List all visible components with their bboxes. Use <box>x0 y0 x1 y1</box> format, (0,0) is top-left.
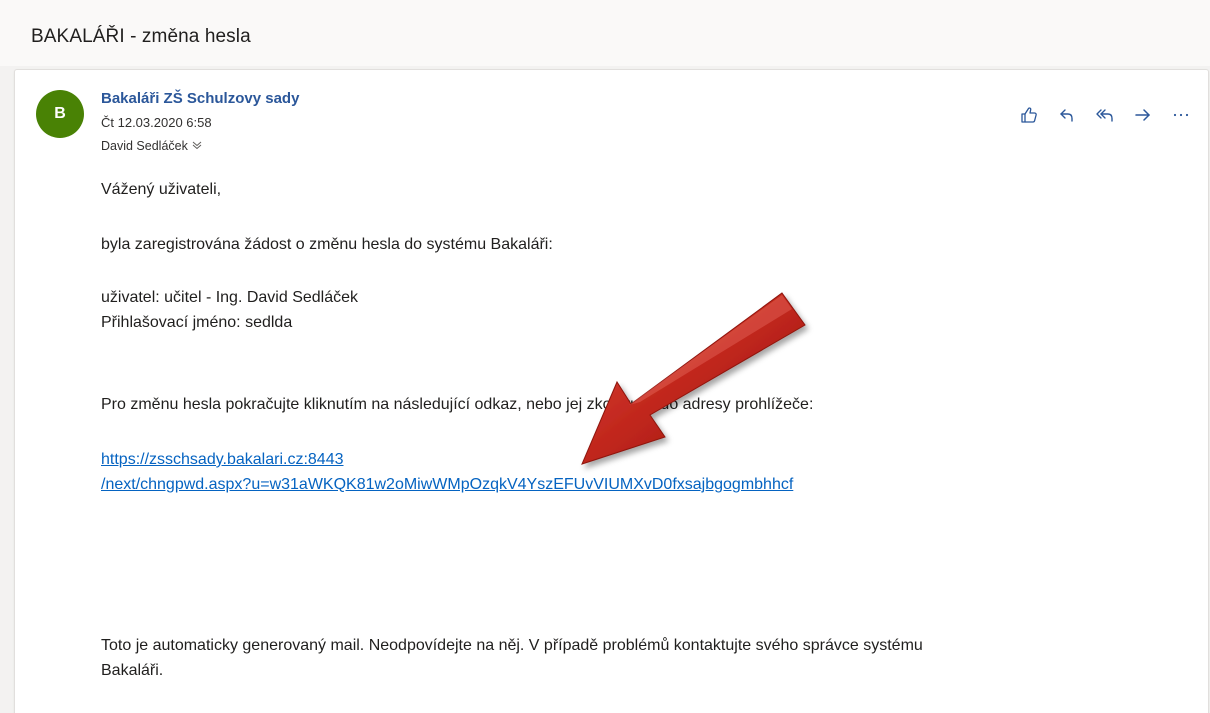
sent-date: Čt 12.03.2020 6:58 <box>101 115 212 130</box>
message-actions <box>1006 100 1196 130</box>
like-button[interactable] <box>1014 100 1044 130</box>
more-actions-button[interactable] <box>1166 100 1196 130</box>
footer-text-line1: Toto je automaticky generovaný mail. Neo… <box>101 637 923 654</box>
chevron-down-icon[interactable] <box>192 140 202 153</box>
recipient-name: David Sedláček <box>101 139 188 153</box>
more-icon <box>1171 105 1191 125</box>
thumbs-up-icon <box>1019 105 1039 125</box>
forward-icon <box>1133 105 1153 125</box>
reset-link-line1[interactable]: https://zsschsady.bakalari.cz:8443 <box>101 451 344 469</box>
reset-link-line2[interactable]: /next/chngpwd.aspx?u=w31aWKQK81w2oMiwWMp… <box>101 476 793 494</box>
reply-icon <box>1057 105 1077 125</box>
recipient-field[interactable]: David Sedláček <box>101 139 202 153</box>
greeting-text: Vážený uživateli, <box>101 181 222 198</box>
message-card: B Bakaláři ZŠ Schulzovy sady Čt 12.03.20… <box>14 69 1209 713</box>
forward-button[interactable] <box>1128 100 1158 130</box>
subject-bar: BAKALÁŘI - změna hesla <box>0 0 1210 66</box>
reply-all-button[interactable] <box>1090 100 1120 130</box>
reply-all-icon <box>1094 105 1116 125</box>
login-line: Přihlašovací jméno: sedlda <box>101 314 293 331</box>
intro-text: byla zaregistrována žádost o změnu hesla… <box>101 236 553 253</box>
sender-name[interactable]: Bakaláři ZŠ Schulzovy sady <box>101 90 299 107</box>
footer-text-line2: Bakaláři. <box>101 662 164 679</box>
email-reading-pane: BAKALÁŘI - změna hesla B Bakaláři ZŠ Sch… <box>0 0 1210 713</box>
email-subject: BAKALÁŘI - změna hesla <box>31 26 251 47</box>
reply-button[interactable] <box>1052 100 1082 130</box>
instruction-text: Pro změnu hesla pokračujte kliknutím na … <box>101 396 814 413</box>
user-line: uživatel: učitel - Ing. David Sedláček <box>101 289 359 306</box>
avatar[interactable]: B <box>36 90 84 138</box>
